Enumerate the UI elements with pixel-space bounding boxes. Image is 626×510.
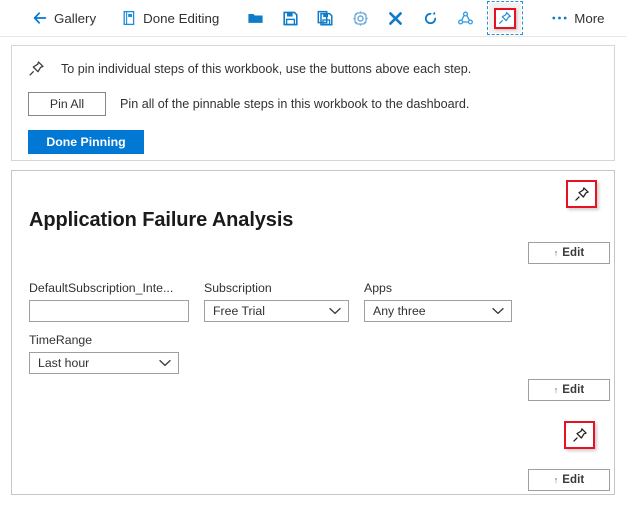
time-range-label: TimeRange [29,333,179,347]
time-range-dropdown[interactable]: Last hour [29,352,179,374]
pencil-icon: ↑ [554,249,559,258]
done-pinning-button[interactable]: Done Pinning [28,130,144,154]
field-default-subscription: DefaultSubscription_Inte... [29,281,189,322]
apps-label: Apps [364,281,512,295]
pin-step-button-2[interactable] [564,421,595,449]
refresh-button[interactable] [413,3,448,34]
edit-button-1[interactable]: ↑ Edit [528,242,610,264]
pin-all-row: Pin All Pin all of the pinnable steps in… [28,92,469,116]
open-folder-button[interactable] [238,3,273,34]
more-button[interactable]: More [546,3,609,34]
pencil-icon: ↑ [554,386,559,395]
chevron-down-icon [159,359,171,367]
subscription-dropdown[interactable]: Free Trial [204,300,349,322]
pin-step-button-1[interactable] [566,180,597,208]
apps-dropdown[interactable]: Any three [364,300,512,322]
subscription-value: Free Trial [213,304,265,318]
chevron-down-icon [492,307,504,315]
settings-button[interactable] [343,3,378,34]
edit-button-2[interactable]: ↑ Edit [528,379,610,401]
settings-gear-icon [352,10,369,27]
gallery-back-label: Gallery [54,11,96,26]
pin-banner-message: To pin individual steps of this workbook… [61,62,471,76]
time-range-value: Last hour [38,356,89,370]
pin-all-button[interactable]: Pin All [28,92,106,116]
pin-banner-message-row: To pin individual steps of this workbook… [28,60,471,77]
pin-toolbar-button[interactable] [489,3,521,33]
parameters-form: DefaultSubscription_Inte... Subscription… [29,281,527,374]
edit-button-3[interactable]: ↑ Edit [528,469,610,491]
pin-icon [571,427,588,444]
pin-button-highlight [494,8,516,29]
field-apps: Apps Any three [364,281,512,322]
default-subscription-input[interactable] [29,300,189,322]
save-as-icon [317,10,334,27]
toolbar-left-spacer [0,18,8,19]
gallery-back-button[interactable]: Gallery [26,3,101,34]
pin-icon [573,186,590,203]
chevron-down-icon [329,307,341,315]
save-as-button[interactable] [308,3,343,34]
done-editing-button[interactable]: Done Editing [115,3,224,34]
pin-icon [497,10,514,27]
pin-icon [28,60,45,77]
close-button[interactable] [378,3,413,34]
pin-all-description: Pin all of the pinnable steps in this wo… [120,97,469,111]
workbook-editor-window: Gallery Done Editing [0,0,626,510]
arrow-left-icon [31,10,48,27]
open-folder-icon [247,10,264,27]
pencil-icon: ↑ [554,476,559,485]
ellipsis-icon [551,10,568,27]
default-subscription-label: DefaultSubscription_Inte... [29,281,189,295]
edit-button-label: Edit [562,384,584,396]
subscription-label: Subscription [204,281,349,295]
share-icon [457,10,474,27]
parameters-row-1: DefaultSubscription_Inte... Subscription… [29,281,527,322]
field-subscription: Subscription Free Trial [204,281,349,322]
refresh-icon [422,10,439,27]
apps-value: Any three [373,304,426,318]
share-button[interactable] [448,3,483,34]
page-title: Application Failure Analysis [29,209,293,232]
edit-button-label: Edit [562,474,584,486]
workbook-content-panel: Application Failure Analysis ↑ Edit Defa… [11,170,615,495]
field-time-range: TimeRange Last hour [29,333,179,374]
save-button[interactable] [273,3,308,34]
notebook-icon [120,10,137,27]
edit-button-label: Edit [562,247,584,259]
toolbar: Gallery Done Editing [0,0,626,37]
save-icon [282,10,299,27]
more-label: More [574,11,604,26]
parameters-row-2: TimeRange Last hour [29,333,527,374]
close-x-icon [387,10,404,27]
done-editing-label: Done Editing [143,11,219,26]
pin-mode-banner: To pin individual steps of this workbook… [11,45,615,161]
